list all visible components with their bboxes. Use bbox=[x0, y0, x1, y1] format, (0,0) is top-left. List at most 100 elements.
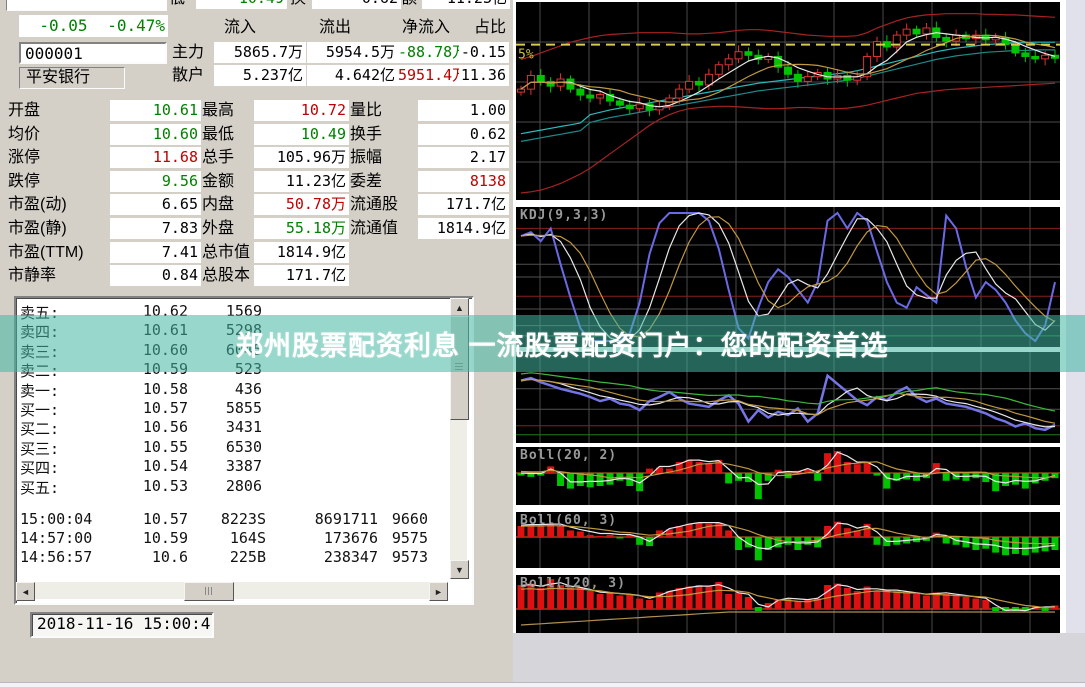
stat-label: 最高 bbox=[202, 100, 252, 122]
flow-header-2: 净流入 bbox=[372, 17, 450, 39]
datetime-box[interactable]: 2018-11-16 15:00:4 bbox=[30, 612, 214, 638]
transaction-amount: 238347 bbox=[274, 548, 378, 566]
stat-value: 10.49 bbox=[254, 124, 349, 145]
stats-row: 开盘10.61最高10.72量比1.00 bbox=[0, 100, 513, 122]
stat-label: 涨停 bbox=[8, 147, 106, 169]
boll20-pane[interactable]: Boll(20, 2) bbox=[516, 447, 1060, 505]
stat-value: 0.84 bbox=[110, 265, 201, 286]
transaction-price: 10.57 bbox=[104, 510, 188, 528]
flow-net-value: 5951.4万 bbox=[398, 65, 459, 86]
stat-value: 11.68 bbox=[110, 147, 201, 168]
low-label: 低 bbox=[169, 0, 185, 10]
stat-label: 市盈(TTM) bbox=[8, 242, 106, 264]
stat-label: 市盈(静) bbox=[8, 218, 106, 240]
low-value: 10.49 bbox=[196, 0, 287, 9]
transaction-seq: 9660 bbox=[384, 510, 428, 528]
flow-header-1: 流出 bbox=[293, 17, 351, 39]
stat-value: 50.78万 bbox=[254, 194, 349, 215]
stat-label: 均价 bbox=[8, 124, 106, 146]
transaction-volume: 225B bbox=[196, 548, 266, 566]
flow-row-label: 散户 bbox=[172, 65, 212, 87]
stat-label: 最低 bbox=[202, 124, 252, 146]
stat-value: 2.17 bbox=[418, 147, 509, 168]
transaction-row: 14:56:5710.6225B2383479573 bbox=[16, 548, 446, 567]
h-scrollbar-thumb[interactable] bbox=[184, 582, 234, 601]
transaction-row: 15:00:0410.578223S86917119660 bbox=[16, 510, 446, 529]
order-book-price: 10.58 bbox=[76, 380, 188, 398]
flow-net-value: -88.78万 bbox=[398, 42, 459, 63]
transaction-amount: 8691711 bbox=[274, 510, 378, 528]
stat-value: 1814.9亿 bbox=[418, 218, 509, 239]
stat-value: 7.83 bbox=[110, 218, 201, 239]
window-bottom-edge bbox=[0, 682, 1085, 687]
stat-label: 市盈(动) bbox=[8, 194, 106, 216]
stat-label: 开盘 bbox=[8, 100, 106, 122]
order-book-volume: 6530 bbox=[194, 438, 262, 456]
order-book-volume: 3387 bbox=[194, 457, 262, 475]
order-book-level-label: 卖一: bbox=[20, 380, 72, 401]
transaction-volume: 164S bbox=[196, 529, 266, 547]
trading-app-window: 低 10.49 换 0.62 额 11.23亿 -0.05 -0.47% 流入流… bbox=[0, 0, 1085, 687]
stat-label: 量比 bbox=[350, 100, 416, 122]
order-book-row: 买四:10.54 3387 bbox=[16, 457, 446, 476]
flow-header-3: 占比 bbox=[460, 17, 506, 39]
stat-value: 9.56 bbox=[110, 171, 201, 192]
boll60-pane[interactable]: Boll(60, 3) bbox=[516, 512, 1060, 568]
flow-in-value: 5.237亿 bbox=[214, 65, 306, 86]
stats-row: 市盈(静)7.83外盘55.18万流通值1814.9亿 bbox=[0, 218, 513, 240]
ad-banner-text: 郑州股票配资利息 一流股票配资门户：您的配资首选 bbox=[0, 324, 889, 363]
stat-value: 171.7亿 bbox=[254, 265, 349, 286]
order-book-volume: 5855 bbox=[194, 399, 262, 417]
flow-out-value: 4.642亿 bbox=[307, 65, 398, 86]
transaction-time: 14:56:57 bbox=[20, 548, 100, 566]
transaction-row: 14:57:0010.59164S1736769575 bbox=[16, 529, 446, 548]
transaction-price: 10.59 bbox=[104, 529, 188, 547]
order-book-price: 10.53 bbox=[76, 477, 188, 495]
order-book-row: 卖一:10.58436 bbox=[16, 380, 446, 399]
flow-in-value: 5865.7万 bbox=[214, 42, 306, 63]
stat-value: 11.23亿 bbox=[254, 171, 349, 192]
period-bar: 分时日60分30分15分5分 bbox=[513, 633, 1085, 687]
stats-row: 涨停11.68总手105.96万振幅2.17 bbox=[0, 147, 513, 169]
order-book-price: 10.56 bbox=[76, 418, 188, 436]
turnover-value: 0.62 bbox=[312, 0, 401, 9]
stat-value: 105.96万 bbox=[254, 147, 349, 168]
transaction-time: 14:57:00 bbox=[20, 529, 100, 547]
order-book-row: 买三:10.55 6530 bbox=[16, 438, 446, 457]
order-book-row: 买一:10.575855 bbox=[16, 399, 446, 418]
order-book-price: 10.55 bbox=[76, 438, 188, 456]
amount-value: 11.23亿 bbox=[422, 0, 510, 9]
stat-label: 总股本 bbox=[202, 265, 252, 287]
stat-value: 1.00 bbox=[418, 100, 509, 121]
order-book-level-label: 买三: bbox=[20, 438, 72, 459]
order-book-level-label: 买五: bbox=[20, 477, 72, 498]
stats-row: 市盈(TTM)7.41总市值1814.9亿 bbox=[0, 242, 513, 264]
transaction-seq: 9575 bbox=[384, 529, 428, 547]
stat-label: 金额 bbox=[202, 171, 252, 193]
stat-value: 7.41 bbox=[110, 242, 201, 263]
stat-label: 换手 bbox=[350, 124, 416, 146]
kline-pane[interactable]: 5% bbox=[516, 2, 1060, 200]
stat-label: 振幅 bbox=[350, 147, 416, 169]
scroll-down-button[interactable]: ▼ bbox=[450, 560, 469, 579]
flow-ratio-value: -0.15 bbox=[459, 42, 509, 63]
stat-label: 市静率 bbox=[8, 265, 106, 287]
turnover-label: 换 bbox=[290, 0, 306, 10]
stat-label: 流通值 bbox=[350, 218, 416, 240]
order-book-level-label: 买二: bbox=[20, 418, 72, 439]
stat-value: 8138 bbox=[418, 171, 509, 192]
stats-row: 均价10.60最低10.49换手0.62 bbox=[0, 124, 513, 146]
dashed-level-label: 5% bbox=[518, 48, 534, 63]
scroll-right-button[interactable]: ► bbox=[429, 582, 448, 601]
order-book-level-label: 买四: bbox=[20, 457, 72, 478]
boll120-pane[interactable]: Boll(120, 3) bbox=[516, 575, 1060, 633]
stat-label: 总市值 bbox=[202, 242, 252, 264]
transaction-volume: 8223S bbox=[196, 510, 266, 528]
order-book-volume: 3431 bbox=[194, 418, 262, 436]
scroll-left-button[interactable]: ◄ bbox=[16, 582, 35, 601]
price-box-clipped bbox=[6, 0, 167, 11]
stats-row: 市静率0.84总股本171.7亿 bbox=[0, 265, 513, 287]
ad-banner-overlay[interactable]: 郑州股票配资利息 一流股票配资门户：您的配资首选 bbox=[0, 315, 1085, 372]
stat-value: 10.61 bbox=[110, 100, 201, 121]
order-book-price: 10.54 bbox=[76, 457, 188, 475]
